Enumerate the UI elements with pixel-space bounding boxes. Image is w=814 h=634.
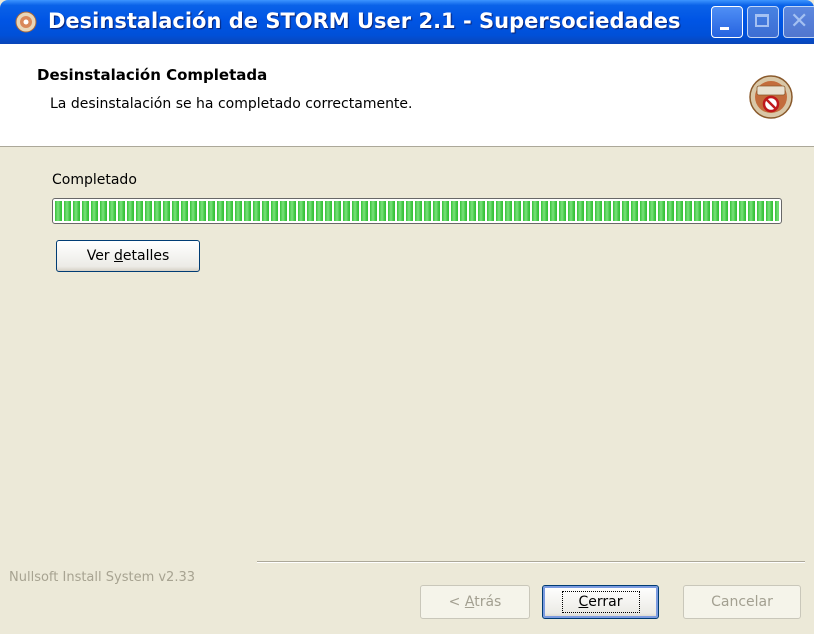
cancel-label: Cancelar — [711, 594, 773, 610]
title-bar[interactable]: Desinstalación de STORM User 2.1 - Super… — [0, 0, 814, 44]
progress-bar — [52, 198, 782, 224]
wizard-header: Desinstalación Completada La desinstalac… — [0, 44, 814, 147]
show-details-label: Ver detalles — [86, 248, 170, 264]
close-label: Cerrar — [561, 591, 640, 613]
back-label: < Atrás — [448, 594, 502, 610]
branding-divider — [257, 561, 805, 563]
close-button[interactable]: Cerrar — [542, 585, 659, 619]
minimize-button[interactable] — [711, 6, 743, 38]
uninstall-disc-icon — [749, 75, 793, 119]
storm-installer-icon — [15, 11, 37, 33]
maximize-icon — [755, 14, 769, 27]
branding-text: Nullsoft Install System v2.33 — [9, 570, 196, 585]
header-subtitle: La desinstalación se ha completado corre… — [50, 96, 413, 112]
minimize-icon — [720, 27, 729, 30]
show-details-button[interactable]: Ver detalles — [56, 240, 200, 272]
cancel-button[interactable]: Cancelar — [683, 585, 801, 619]
status-label: Completado — [52, 172, 137, 188]
maximize-button[interactable] — [747, 6, 779, 38]
window-title: Desinstalación de STORM User 2.1 - Super… — [48, 9, 681, 33]
close-icon: ✕ — [790, 9, 809, 34]
back-button[interactable]: < Atrás — [420, 585, 530, 619]
header-title: Desinstalación Completada — [37, 66, 268, 84]
close-window-button[interactable]: ✕ — [783, 6, 814, 38]
uninstaller-window: Desinstalación de STORM User 2.1 - Super… — [0, 0, 814, 634]
progress-fill — [55, 201, 779, 221]
